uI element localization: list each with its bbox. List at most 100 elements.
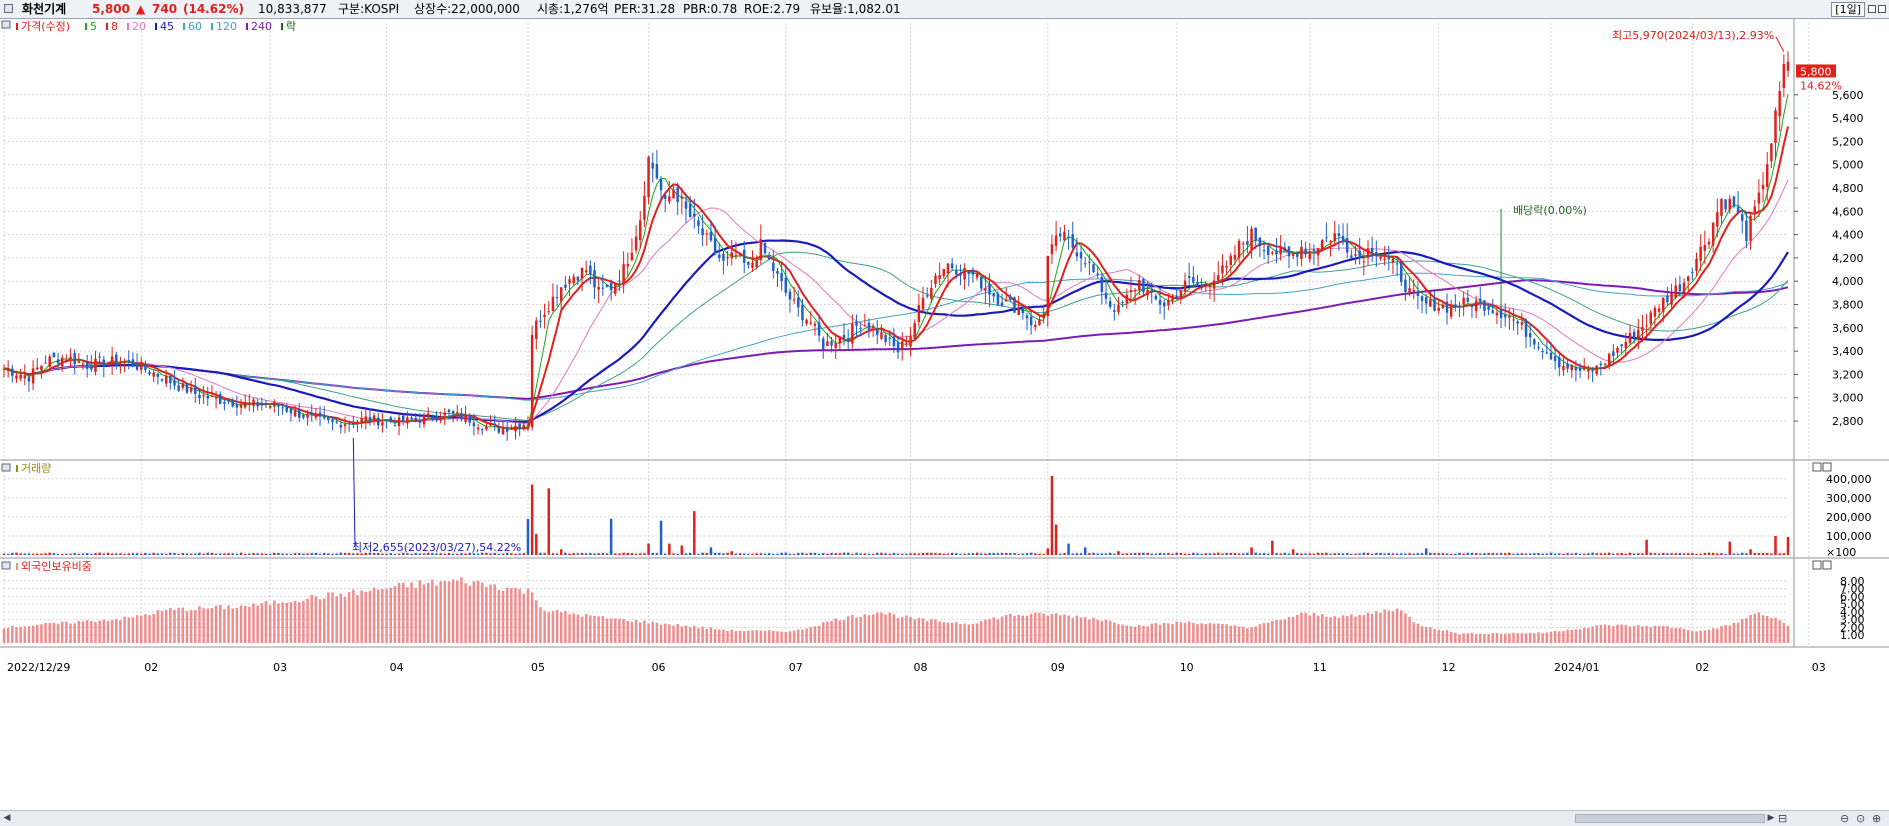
- foreign-bar: [817, 625, 821, 643]
- candle-body: [601, 287, 605, 289]
- foreign-panel-title[interactable]: 외국인보유비중: [21, 560, 92, 573]
- volume-bar: [1454, 553, 1457, 555]
- ma-legend-label-240[interactable]: 240: [251, 20, 272, 33]
- foreign-bar: [1250, 627, 1253, 643]
- candle-body: [1724, 199, 1727, 210]
- volume-bar: [1445, 553, 1449, 555]
- foreign-bar: [813, 626, 817, 643]
- zoom-reset-icon[interactable]: ⊙: [1856, 812, 1865, 825]
- volume-bar: [963, 553, 966, 555]
- foreign-bar: [693, 625, 696, 643]
- foreign-bar: [1258, 624, 1262, 643]
- foreign-bar: [772, 631, 775, 643]
- foreign-bar: [1204, 624, 1208, 643]
- price-panel-menu-icon[interactable]: [1, 20, 11, 29]
- maximize-icon[interactable]: [1868, 5, 1876, 13]
- foreign-bar: [456, 580, 459, 643]
- volume-panel-close-icon[interactable]: [1822, 462, 1832, 472]
- volume-bar: [871, 553, 875, 555]
- volume-bar: [559, 549, 563, 555]
- candle-body: [60, 357, 64, 367]
- candle-body: [1437, 307, 1440, 311]
- foreign-bar: [1616, 624, 1619, 643]
- period-selector[interactable]: [1일]: [1831, 2, 1865, 17]
- volume-bar: [119, 553, 122, 555]
- foreign-bar: [1179, 622, 1183, 643]
- candle-body: [1445, 301, 1449, 313]
- foreign-bar: [1395, 608, 1399, 643]
- foreign-bar: [942, 622, 946, 643]
- volume-bar: [1100, 553, 1104, 555]
- foreign-bar: [1167, 623, 1170, 643]
- foreign-panel-maximize-icon[interactable]: [1812, 560, 1822, 570]
- volume-bar: [747, 553, 750, 555]
- volume-bar: [1483, 553, 1486, 555]
- ma-legend-label-20[interactable]: 20: [132, 20, 146, 33]
- ex-div-legend-label[interactable]: 락: [286, 20, 296, 33]
- foreign-bar: [651, 621, 654, 643]
- volume-bar: [755, 553, 758, 555]
- foreign-panel-close-icon[interactable]: [1822, 560, 1832, 570]
- volume-bar: [1574, 552, 1578, 555]
- candle-body: [1761, 184, 1765, 190]
- volume-bar: [1703, 553, 1707, 555]
- chart-scrollbar[interactable]: ◀ ▶ ⊟ ⊖ ⊙ ⊕: [0, 810, 1889, 826]
- volume-bar: [15, 552, 18, 555]
- volume-bar: [1591, 552, 1594, 555]
- volume-bar: [917, 553, 921, 555]
- volume-bar: [1433, 553, 1436, 555]
- price-legend-label[interactable]: 가격(수정): [21, 20, 70, 33]
- candle-body: [1603, 363, 1607, 365]
- candle-body: [1674, 285, 1677, 298]
- volume-bar: [298, 553, 301, 555]
- volume-panel-menu-icon[interactable]: [1, 463, 11, 472]
- scroll-right-icon[interactable]: ▶: [1766, 813, 1776, 823]
- foreign-bar: [784, 632, 788, 643]
- volume-panel-title[interactable]: 거래량: [21, 462, 51, 475]
- candle-body: [784, 278, 788, 293]
- stock-name[interactable]: 화천기계: [22, 2, 66, 16]
- foreign-bar: [377, 589, 380, 643]
- foreign-bar: [335, 596, 338, 643]
- candle-body: [389, 417, 392, 423]
- volume-bar: [1341, 553, 1345, 555]
- panel-menu-icon[interactable]: [4, 4, 13, 13]
- candle-body: [268, 405, 272, 408]
- foreign-bar: [227, 605, 230, 643]
- candle-body: [668, 196, 671, 202]
- volume-bar: [1262, 552, 1266, 555]
- foreign-bar: [1624, 625, 1628, 643]
- foreign-bar: [1229, 625, 1233, 643]
- date-tick-label: 03: [273, 661, 287, 674]
- ma-legend-label-60[interactable]: 60: [188, 20, 202, 33]
- volume-bar: [967, 553, 971, 555]
- ma-legend-label-5[interactable]: 5: [90, 20, 97, 33]
- candle-body: [1757, 192, 1761, 204]
- foreign-panel-menu-icon[interactable]: [1, 561, 11, 570]
- zoom-out-icon[interactable]: ⊖: [1840, 812, 1849, 825]
- scroll-thumb[interactable]: [1575, 814, 1765, 823]
- candle-body: [252, 399, 255, 406]
- foreign-bar: [1724, 624, 1727, 643]
- foreign-bar: [1703, 630, 1707, 643]
- close-icon[interactable]: [1878, 5, 1886, 13]
- foreign-bar: [1479, 633, 1482, 643]
- foreign-bar: [331, 592, 334, 643]
- zoom-in-icon[interactable]: ⊕: [1872, 812, 1881, 825]
- foreign-bar: [464, 583, 467, 643]
- foreign-bar: [1753, 613, 1756, 643]
- ma-legend-label-45[interactable]: 45: [160, 20, 174, 33]
- foreign-bar: [1566, 629, 1569, 643]
- zoom-range-icon[interactable]: ⊟: [1778, 812, 1787, 825]
- volume-legend-marker: [16, 465, 18, 472]
- stock-chart[interactable]: 2,800 3,000 3,200 3,400 3,600 3,800 4,000 4,200…: [0, 19, 1889, 810]
- foreign-bar: [339, 593, 343, 643]
- scroll-left-icon[interactable]: ◀: [2, 813, 12, 823]
- ma-legend-label-8[interactable]: 8: [111, 20, 118, 33]
- foreign-bar: [1716, 628, 1719, 643]
- price-tick-label: 5,200: [1832, 135, 1864, 148]
- foreign-bar: [1283, 619, 1287, 643]
- volume-bar: [1686, 553, 1690, 555]
- ma-legend-label-120[interactable]: 120: [216, 20, 237, 33]
- volume-panel-maximize-icon[interactable]: [1812, 462, 1822, 472]
